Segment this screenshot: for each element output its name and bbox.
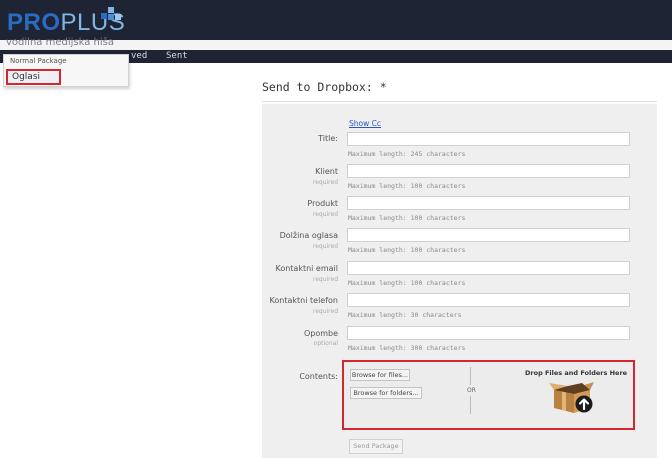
nav-received[interactable]: ved (131, 50, 147, 63)
kontaktni-telefon-hint: Maximum length: 30 characters (348, 311, 462, 319)
page-title: Send to Dropbox: * (262, 80, 387, 94)
send-package-button[interactable]: Send Package (349, 439, 403, 454)
kontaktni-email-required: required (312, 276, 338, 283)
field-label-title: Title: (318, 134, 338, 143)
open-box-upload-icon (549, 382, 594, 413)
field-label-dolzina-oglasa: Dolžina oglasa (279, 231, 338, 240)
package-type-dropdown: Normal Package Oglasi (3, 54, 129, 87)
dropdown-item-oglasi[interactable]: Oglasi (6, 69, 61, 85)
logo-squares-icon (101, 7, 121, 25)
nav-sent[interactable]: Sent (166, 50, 188, 63)
kontaktni-telefon-required: required (312, 308, 338, 315)
logo-subtitle-bar: vodilna medijska hiša (0, 37, 672, 50)
klient-required: required (312, 179, 338, 186)
or-label: OR (467, 387, 476, 394)
title-input[interactable] (347, 132, 630, 146)
browse-files-button[interactable]: Browse for files... (350, 369, 410, 381)
logo-pro: PRO (7, 9, 61, 36)
logo-subtitle: vodilna medijska hiša (6, 37, 114, 48)
field-label-kontaktni-email: Kontaktni email (275, 264, 338, 273)
browse-folders-button[interactable]: Browse for folders... (350, 387, 422, 399)
opombe-optional: optional (313, 340, 338, 347)
dolzina-oglasa-hint: Maximum length: 100 characters (348, 246, 466, 254)
field-label-opombe: Opombe (303, 329, 338, 338)
kontaktni-telefon-input[interactable] (347, 293, 630, 307)
kontaktni-email-input[interactable] (347, 261, 630, 275)
opombe-hint: Maximum length: 300 characters (348, 344, 466, 352)
field-label-produkt: Produkt (307, 199, 338, 208)
dolzina-oglasa-required: required (312, 243, 338, 250)
drop-files-label: Drop Files and Folders Here (525, 369, 628, 377)
opombe-input[interactable] (347, 326, 630, 340)
field-label-klient: Klient (315, 167, 338, 176)
klient-input[interactable] (347, 164, 630, 178)
title-hint: Maximum length: 245 characters (348, 150, 466, 158)
produkt-required: required (312, 211, 338, 218)
or-divider-bottom (470, 396, 471, 414)
show-cc-link[interactable]: Show Cc (349, 119, 381, 128)
field-label-kontaktni-telefon: Kontaktni telefon (269, 296, 338, 305)
top-header: PROPLUS (0, 0, 672, 40)
produkt-input[interactable] (347, 196, 630, 210)
produkt-hint: Maximum length: 100 characters (348, 214, 466, 222)
title-divider (262, 101, 657, 102)
klient-hint: Maximum length: 100 characters (348, 182, 466, 190)
dropdown-section-title: Normal Package (10, 57, 67, 65)
contents-label: Contents: (299, 372, 338, 381)
dolzina-oglasa-input[interactable] (347, 228, 630, 242)
or-divider-top (470, 367, 471, 385)
kontaktni-email-hint: Maximum length: 100 characters (348, 279, 466, 287)
